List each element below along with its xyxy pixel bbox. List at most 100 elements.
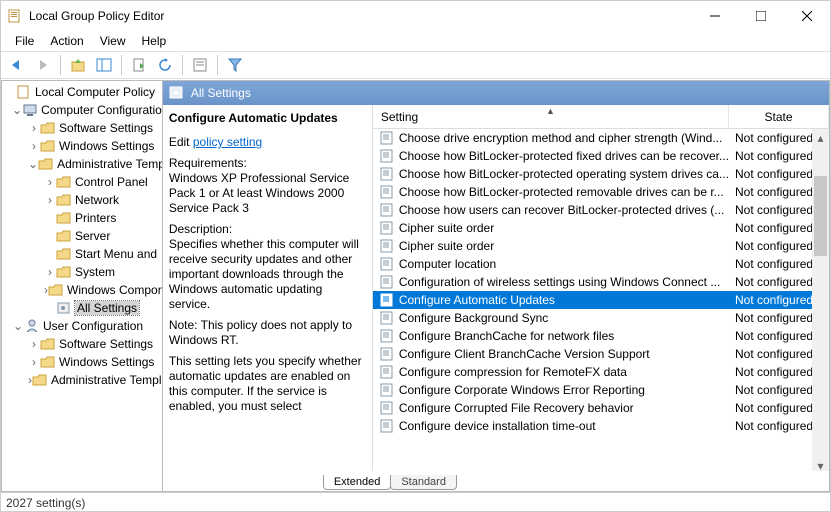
requirements-heading: Requirements: bbox=[169, 156, 362, 171]
list-item[interactable]: Configure Background SyncNot configured bbox=[373, 309, 829, 327]
tree-windows-settings[interactable]: ›Windows Settings bbox=[2, 137, 162, 155]
selected-setting-title: Configure Automatic Updates bbox=[169, 111, 362, 125]
policy-item-icon bbox=[379, 364, 395, 380]
back-button[interactable] bbox=[5, 54, 29, 76]
vertical-scrollbar[interactable]: ▴ ▾ bbox=[812, 129, 829, 474]
list-item-name: Configure compression for RemoteFX data bbox=[399, 365, 729, 379]
policy-setting-link[interactable]: policy setting bbox=[193, 135, 262, 149]
list-item[interactable]: Cipher suite orderNot configured bbox=[373, 219, 829, 237]
tab-extended[interactable]: Extended bbox=[323, 475, 391, 490]
tree-start-menu[interactable]: Start Menu and bbox=[2, 245, 162, 263]
tree-admin-templates[interactable]: ⌄Administrative Templates bbox=[2, 155, 162, 173]
pane-title: All Settings bbox=[191, 86, 251, 100]
sort-asc-icon: ▲ bbox=[546, 106, 555, 116]
tree-network[interactable]: ›Network bbox=[2, 191, 162, 209]
list-item[interactable]: Configure Corrupted File Recovery behavi… bbox=[373, 399, 829, 417]
chevron-right-icon[interactable]: › bbox=[44, 175, 56, 189]
tree-user-admin-templates[interactable]: ›Administrative Templates bbox=[2, 371, 162, 389]
chevron-right-icon[interactable]: › bbox=[44, 193, 56, 207]
policy-item-icon bbox=[379, 238, 395, 254]
tree-windows-components[interactable]: ›Windows Components bbox=[2, 281, 162, 299]
toolbar-divider bbox=[182, 55, 183, 75]
menu-file[interactable]: File bbox=[9, 32, 40, 50]
up-button[interactable] bbox=[66, 54, 90, 76]
export-button[interactable] bbox=[127, 54, 151, 76]
tree-all-settings[interactable]: All Settings bbox=[2, 299, 162, 317]
tree-root[interactable]: Local Computer Policy bbox=[2, 83, 162, 101]
policy-item-icon bbox=[379, 184, 395, 200]
list-item[interactable]: Choose how BitLocker-protected operating… bbox=[373, 165, 829, 183]
maximize-button[interactable] bbox=[738, 1, 784, 31]
policy-item-icon bbox=[379, 418, 395, 434]
column-setting[interactable]: Setting▲ bbox=[373, 105, 729, 128]
folder-icon bbox=[56, 246, 72, 262]
list-item[interactable]: Configure BranchCache for network filesN… bbox=[373, 327, 829, 345]
list-item[interactable]: Configure compression for RemoteFX dataN… bbox=[373, 363, 829, 381]
tree-system[interactable]: ›System bbox=[2, 263, 162, 281]
policy-item-icon bbox=[379, 220, 395, 236]
toolbar-divider bbox=[217, 55, 218, 75]
policy-item-icon bbox=[379, 148, 395, 164]
refresh-button[interactable] bbox=[153, 54, 177, 76]
menu-view[interactable]: View bbox=[94, 32, 132, 50]
toolbar-divider bbox=[121, 55, 122, 75]
list-item[interactable]: Configure Corporate Windows Error Report… bbox=[373, 381, 829, 399]
list-item[interactable]: Computer locationNot configured bbox=[373, 255, 829, 273]
folder-icon bbox=[40, 138, 56, 154]
tree-server[interactable]: Server bbox=[2, 227, 162, 245]
chevron-down-icon[interactable]: ⌄ bbox=[12, 103, 22, 117]
list-item[interactable]: Configure device installation time-outNo… bbox=[373, 417, 829, 435]
chevron-down-icon[interactable]: ⌄ bbox=[28, 157, 38, 171]
list-item[interactable]: Configuration of wireless settings using… bbox=[373, 273, 829, 291]
list-item-name: Choose drive encryption method and ciphe… bbox=[399, 131, 729, 145]
chevron-right-icon[interactable]: › bbox=[28, 139, 40, 153]
scroll-thumb[interactable] bbox=[814, 176, 827, 256]
policy-item-icon bbox=[379, 202, 395, 218]
list-item[interactable]: Choose how BitLocker-protected removable… bbox=[373, 183, 829, 201]
tab-standard[interactable]: Standard bbox=[390, 475, 457, 490]
list-item-name: Configuration of wireless settings using… bbox=[399, 275, 729, 289]
folder-icon bbox=[56, 174, 72, 190]
chevron-right-icon[interactable]: › bbox=[28, 121, 40, 135]
menu-action[interactable]: Action bbox=[44, 32, 89, 50]
list-item[interactable]: Choose how users can recover BitLocker-p… bbox=[373, 201, 829, 219]
tree-printers[interactable]: Printers bbox=[2, 209, 162, 227]
show-hide-tree-button[interactable] bbox=[92, 54, 116, 76]
list-item-name: Configure Corporate Windows Error Report… bbox=[399, 383, 729, 397]
tree-software-settings[interactable]: ›Software Settings bbox=[2, 119, 162, 137]
folder-icon bbox=[40, 336, 56, 352]
policy-item-icon bbox=[379, 292, 395, 308]
close-button[interactable] bbox=[784, 1, 830, 31]
tree-computer-config[interactable]: ⌄ Computer Configuration bbox=[2, 101, 162, 119]
tree-user-windows-settings[interactable]: ›Windows Settings bbox=[2, 353, 162, 371]
chevron-right-icon[interactable]: › bbox=[28, 355, 40, 369]
forward-button[interactable] bbox=[31, 54, 55, 76]
policy-item-icon bbox=[379, 166, 395, 182]
tree-user-config[interactable]: ⌄User Configuration bbox=[2, 317, 162, 335]
column-state[interactable]: State bbox=[729, 105, 829, 128]
menu-help[interactable]: Help bbox=[136, 32, 173, 50]
list-item[interactable]: Configure Client BranchCache Version Sup… bbox=[373, 345, 829, 363]
policy-item-icon bbox=[379, 310, 395, 326]
minimize-button[interactable] bbox=[692, 1, 738, 31]
chevron-down-icon[interactable]: ⌄ bbox=[12, 319, 24, 333]
folder-icon bbox=[48, 282, 64, 298]
folder-icon bbox=[38, 156, 54, 172]
list-item-name: Choose how BitLocker-protected fixed dri… bbox=[399, 149, 729, 163]
scroll-up-icon[interactable]: ▴ bbox=[812, 129, 829, 146]
filter-button[interactable] bbox=[223, 54, 247, 76]
list-item[interactable]: Choose how BitLocker-protected fixed dri… bbox=[373, 147, 829, 165]
list-item-name: Computer location bbox=[399, 257, 729, 271]
tree-user-software-settings[interactable]: ›Software Settings bbox=[2, 335, 162, 353]
list-item[interactable]: Cipher suite orderNot configured bbox=[373, 237, 829, 255]
list-item[interactable]: Choose drive encryption method and ciphe… bbox=[373, 129, 829, 147]
chevron-right-icon[interactable]: › bbox=[28, 337, 40, 351]
tree-pane[interactable]: Local Computer Policy ⌄ Computer Configu… bbox=[1, 80, 163, 492]
tree-control-panel[interactable]: ›Control Panel bbox=[2, 173, 162, 191]
list-item[interactable]: Configure Automatic UpdatesNot configure… bbox=[373, 291, 829, 309]
properties-button[interactable] bbox=[188, 54, 212, 76]
chevron-right-icon[interactable]: › bbox=[44, 265, 56, 279]
folder-icon bbox=[56, 264, 72, 280]
status-bar: 2027 setting(s) bbox=[0, 492, 831, 512]
column-headers: Setting▲ State bbox=[373, 105, 829, 129]
